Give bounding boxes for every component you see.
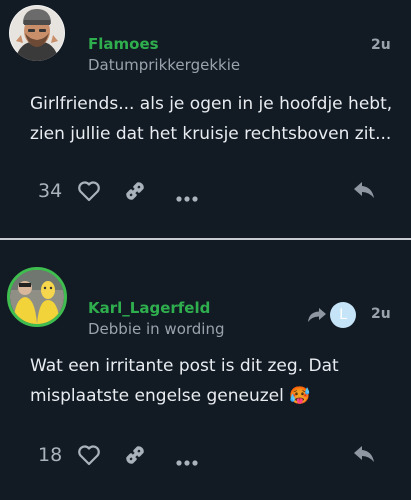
username[interactable]: Flamoes	[88, 35, 159, 53]
user-title: Debbie in wording	[88, 320, 225, 338]
user-title: Datumprikkergekkie	[88, 56, 241, 74]
heart-icon[interactable]	[77, 444, 101, 470]
reply-arrow-icon[interactable]	[307, 307, 327, 327]
avatar[interactable]	[7, 267, 67, 327]
like-count[interactable]: 18	[38, 444, 62, 466]
link-icon[interactable]	[122, 442, 148, 472]
post-body-line: Wat een irritante post is dit zeg. Dat	[30, 356, 339, 376]
post-actions: 34	[0, 171, 411, 211]
post-karl-lagerfeld: Karl_Lagerfeld Debbie in wording L 2u Wa…	[0, 262, 411, 500]
post-body-line: zien jullie dat het kruisje rechtsboven …	[30, 124, 392, 144]
reply-icon[interactable]	[352, 180, 376, 204]
more-icon[interactable]	[176, 187, 198, 206]
post-body-line: misplaatste engelse geneuzel 🥵	[30, 381, 339, 411]
link-icon[interactable]	[122, 178, 148, 208]
username[interactable]: Karl_Lagerfeld	[88, 299, 210, 317]
post-time[interactable]: 2u	[371, 306, 391, 322]
post-body-text: misplaatste engelse geneuzel	[30, 386, 284, 406]
reply-to-avatar[interactable]: L	[330, 302, 356, 328]
hot-face-emoji: 🥵	[289, 386, 311, 406]
heart-icon[interactable]	[77, 180, 101, 206]
avatar[interactable]	[9, 5, 65, 61]
more-icon[interactable]	[176, 451, 198, 470]
post-body: Girlfriends... als je ogen in je hoofdje…	[30, 89, 392, 149]
post-divider	[0, 238, 411, 240]
post-actions: 18	[0, 435, 411, 475]
post-time[interactable]: 2u	[371, 37, 391, 53]
like-count[interactable]: 34	[38, 180, 62, 202]
post-flamoes: Flamoes Datumprikkergekkie 2u Girlfriend…	[0, 0, 411, 228]
post-body: Wat een irritante post is dit zeg. Dat m…	[30, 351, 339, 411]
reply-icon[interactable]	[352, 444, 376, 468]
post-body-line: Girlfriends... als je ogen in je hoofdje…	[30, 94, 393, 114]
